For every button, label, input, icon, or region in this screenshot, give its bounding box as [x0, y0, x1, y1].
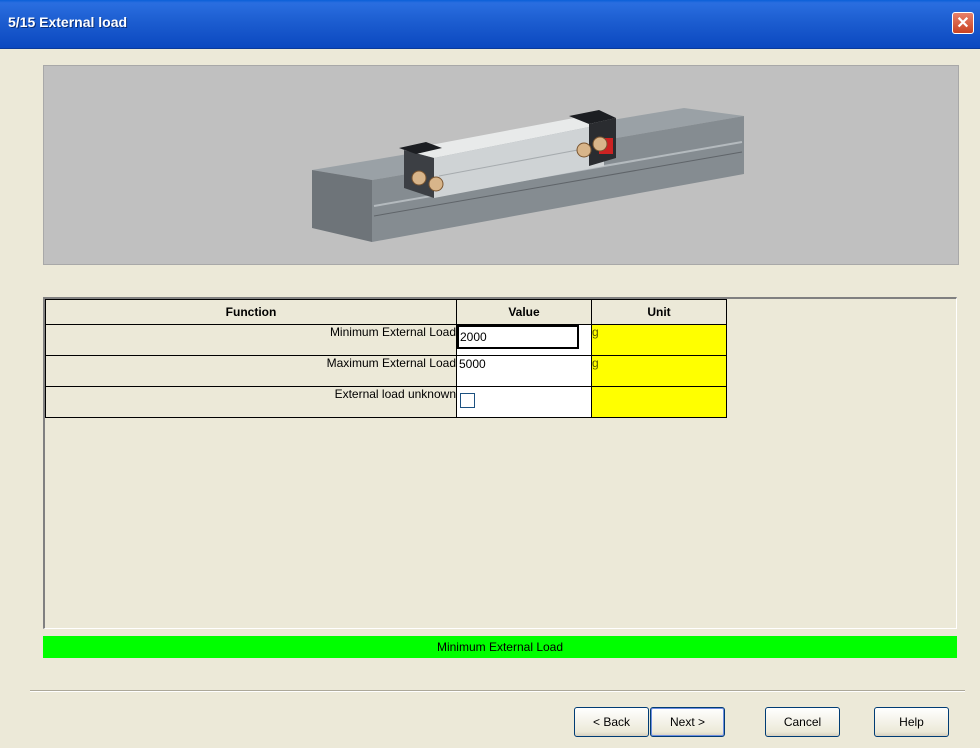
window-title: 5/15 External load: [8, 14, 128, 30]
parameter-table: Function Value Unit Minimum External Loa…: [45, 299, 727, 418]
close-icon[interactable]: ✕: [952, 12, 974, 34]
column-header-function: Function: [45, 299, 457, 325]
cancel-button[interactable]: Cancel: [765, 707, 840, 737]
function-label: Maximum External Load: [45, 355, 457, 387]
function-label: Minimum External Load: [45, 324, 457, 356]
column-header-unit: Unit: [591, 299, 727, 325]
value-cell[interactable]: [456, 324, 592, 356]
divider: [30, 690, 965, 692]
actuator-preview: [43, 65, 959, 265]
title-bar: 5/15 External load ✕: [0, 0, 980, 49]
value-cell[interactable]: [456, 355, 592, 387]
table-row: Minimum External Load g: [45, 324, 727, 356]
table-row: Maximum External Load g: [45, 355, 727, 387]
unit-cell[interactable]: g: [591, 355, 727, 387]
table-row: External load unknown: [45, 386, 727, 418]
value-cell[interactable]: [456, 386, 592, 418]
unit-cell[interactable]: g: [591, 324, 727, 356]
next-button[interactable]: Next >: [650, 707, 725, 737]
parameter-grid: Function Value Unit Minimum External Loa…: [43, 297, 957, 629]
load-unknown-checkbox[interactable]: [460, 393, 475, 408]
back-button[interactable]: < Back: [574, 707, 649, 737]
column-header-value: Value: [456, 299, 592, 325]
minimum-load-input[interactable]: [457, 325, 579, 349]
status-bar: Minimum External Load: [43, 636, 957, 658]
unit-cell[interactable]: [591, 386, 727, 418]
maximum-load-input[interactable]: [457, 356, 587, 372]
linear-actuator-image: [312, 108, 744, 242]
help-button[interactable]: Help: [874, 707, 949, 737]
function-label: External load unknown: [45, 386, 457, 418]
